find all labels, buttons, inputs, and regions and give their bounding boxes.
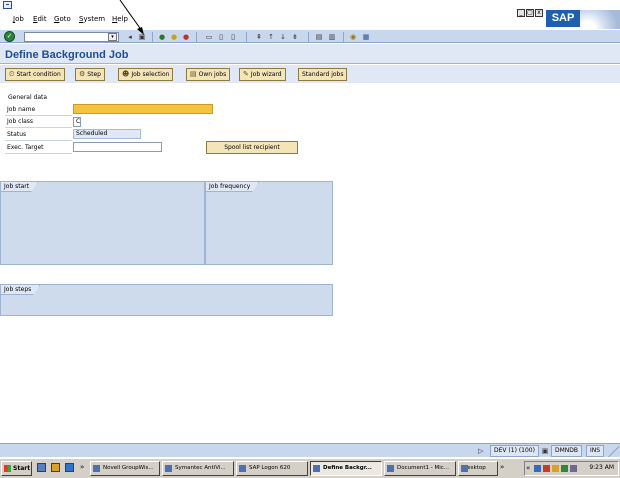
job-frequency-tab[interactable]: Job frequency: [206, 182, 259, 192]
status-value: Scheduled: [73, 129, 141, 139]
annotation-arrow-icon: [119, 0, 144, 35]
job-start-group: Job start: [0, 181, 205, 265]
toolbar-separator: [246, 32, 247, 42]
menu-edit[interactable]: Edit: [33, 15, 47, 23]
task-button[interactable]: Novell GroupWis...: [90, 461, 160, 476]
job-start-tab[interactable]: Job start: [1, 182, 38, 192]
job-name-label: Job name: [7, 106, 36, 113]
standard-jobs-button[interactable]: Standard jobs: [298, 68, 348, 81]
quicklaunch-ie-icon[interactable]: [65, 463, 74, 472]
menu-bar: Job Edit Goto System Help _ ▢ x SAP: [0, 0, 620, 34]
job-frequency-group: Job frequency: [205, 181, 333, 265]
toolbar-separator: [196, 32, 197, 42]
system-tray: « 9:23 AM: [524, 461, 619, 476]
job-selection-button[interactable]: ☻ Job selection: [118, 68, 174, 81]
task-button-active[interactable]: Define Backgr...: [310, 461, 382, 476]
last-page-icon[interactable]: ⇟: [290, 32, 300, 42]
quicklaunch-icon[interactable]: [51, 463, 60, 472]
maximize-button[interactable]: ▢: [526, 9, 534, 17]
tray-icon[interactable]: [561, 465, 568, 472]
print-icon[interactable]: ▭: [204, 32, 214, 42]
quicklaunch-icon[interactable]: [37, 463, 46, 472]
document-icon: ▤: [190, 70, 197, 78]
system-info[interactable]: DEV (1) (100): [490, 445, 539, 457]
application-toolbar: ⏲ Start condition ⚙ Step ☻ Job selection ▤ O…: [0, 65, 620, 83]
job-class-label: Job class: [7, 118, 34, 125]
taskbar-more-icon[interactable]: »: [500, 463, 504, 471]
find-icon[interactable]: ▯: [216, 32, 226, 42]
cancel-icon[interactable]: ●: [181, 32, 191, 42]
exec-target-label: Exec. Target: [7, 144, 44, 151]
task-button[interactable]: Document1 - Mic...: [384, 461, 456, 476]
job-wizard-button[interactable]: ✎ Job wizard: [239, 68, 286, 81]
back-icon[interactable]: ●: [157, 32, 167, 42]
minimize-button[interactable]: _: [517, 9, 525, 17]
row-divider: [5, 127, 72, 128]
step-button[interactable]: ⚙ Step: [75, 68, 105, 81]
menu-goto[interactable]: Goto: [54, 15, 71, 23]
job-class-input[interactable]: C: [73, 117, 81, 127]
task-button[interactable]: SAP Logon 620: [236, 461, 308, 476]
window-menu-icon[interactable]: [3, 1, 12, 9]
status-bar: ▷ DEV (1) (100) ▣ DMNDB INS: [0, 443, 620, 457]
step-icon: ⚙: [79, 70, 86, 78]
standard-toolbar: ✓ ▾ ◂ ▣ ● ● ● ▭ ▯ ▯ ⇞ ↑ ↓ ⇟ ▤ ▥ ◉ ▦: [0, 29, 620, 43]
create-session-icon[interactable]: ▤: [314, 32, 324, 42]
own-jobs-button[interactable]: ▤ Own jobs: [186, 68, 231, 81]
shortcut-icon[interactable]: ▥: [327, 32, 337, 42]
title-bar: Define Background Job: [0, 44, 620, 64]
status-expand-icon[interactable]: ▷: [478, 446, 488, 456]
enter-check-icon[interactable]: ✓: [4, 31, 15, 42]
tray-expand-icon[interactable]: «: [526, 464, 530, 472]
first-page-icon[interactable]: ⇞: [254, 32, 264, 42]
close-button[interactable]: x: [535, 9, 543, 17]
sap-logo: SAP: [546, 10, 580, 27]
server-icon: ▣: [541, 447, 549, 455]
quicklaunch-more-icon[interactable]: »: [80, 463, 84, 471]
tray-icon[interactable]: [552, 465, 559, 472]
toolbar-separator: [152, 32, 153, 42]
row-divider: [5, 153, 72, 154]
start-condition-button[interactable]: ⏲ Start condition: [5, 68, 65, 81]
menu-system[interactable]: System: [79, 15, 105, 23]
clock[interactable]: 9:23 AM: [589, 464, 614, 471]
taskbar: Start » Novell GroupWis... Symantec Anti…: [0, 458, 620, 478]
exit-icon[interactable]: ●: [169, 32, 179, 42]
menu-job[interactable]: Job: [13, 15, 24, 23]
command-field[interactable]: [24, 32, 119, 42]
section-general-data: General data: [8, 94, 48, 101]
job-steps-tab[interactable]: Job steps: [1, 285, 40, 295]
person-icon: ☻: [122, 70, 130, 78]
task-button[interactable]: Symantec AntiVi...: [162, 461, 234, 476]
start-button[interactable]: Start: [1, 461, 32, 476]
server-name: DMNDB: [551, 445, 583, 457]
next-page-icon[interactable]: ↓: [278, 32, 288, 42]
row-divider: [5, 115, 72, 116]
find-next-icon[interactable]: ▯: [228, 32, 238, 42]
spool-list-recipient-button[interactable]: Spool list recipient: [206, 141, 298, 154]
insert-mode: INS: [586, 445, 605, 457]
clock-icon: ⏲: [9, 70, 15, 78]
job-name-input[interactable]: [73, 104, 213, 114]
window-controls: _ ▢ x: [517, 9, 543, 18]
desktop-toolbar[interactable]: Desktop: [458, 461, 498, 476]
exec-target-input[interactable]: [73, 142, 162, 152]
help-icon[interactable]: ◉: [348, 32, 358, 42]
resize-grip-icon[interactable]: [608, 445, 619, 457]
tray-icon[interactable]: [534, 465, 541, 472]
toolbar-separator: [343, 32, 344, 42]
row-divider: [5, 140, 72, 141]
status-label: Status: [7, 131, 27, 138]
layout-menu-icon[interactable]: ▦: [361, 32, 371, 42]
page-title: Define Background Job: [5, 49, 129, 61]
job-steps-group: Job steps: [0, 284, 333, 316]
tray-icon[interactable]: [570, 465, 577, 472]
wizard-icon: ✎: [243, 70, 249, 78]
previous-page-icon[interactable]: ↑: [266, 32, 276, 42]
toolbar-separator: [308, 32, 309, 42]
tray-icon[interactable]: [543, 465, 550, 472]
